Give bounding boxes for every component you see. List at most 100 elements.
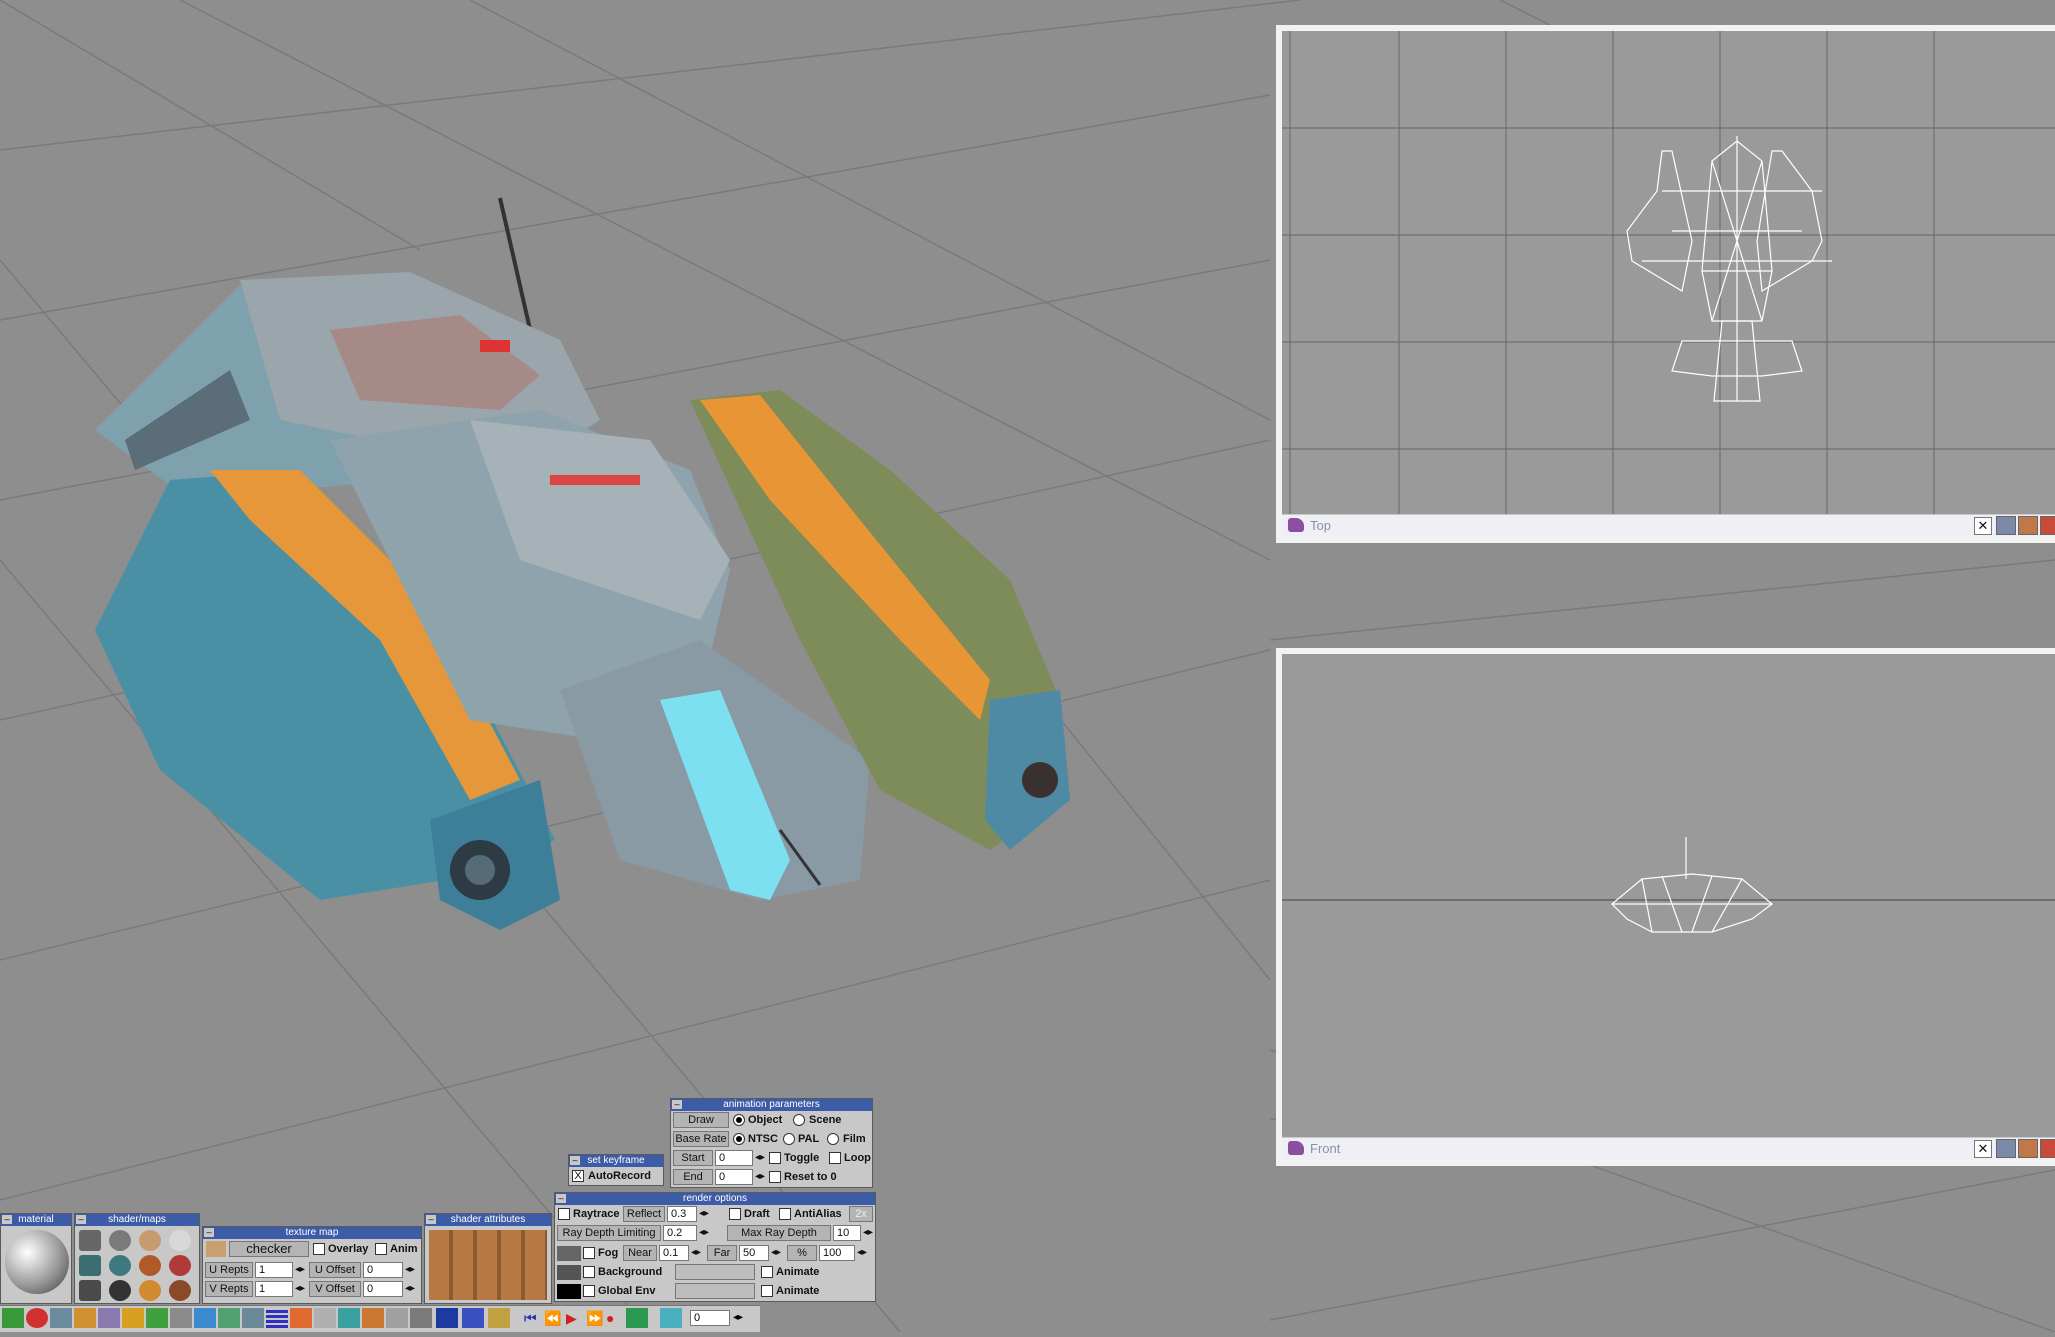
antialias-level-button[interactable]: 2x <box>849 1206 873 1222</box>
reflect-stepper-icon[interactable]: ◂▸ <box>698 1207 710 1221</box>
main-perspective-viewport[interactable]: Top ✕ Front ✕ – animation parameters Draw… <box>0 0 2055 1333</box>
start-field[interactable]: 0 <box>715 1150 753 1166</box>
base-rate-button[interactable]: Base Rate <box>673 1131 729 1147</box>
light-tool-icon[interactable] <box>290 1308 312 1328</box>
ntsc-radio[interactable] <box>733 1133 745 1145</box>
background-color-swatch[interactable] <box>557 1265 581 1280</box>
front-viewport[interactable]: Front ✕ <box>1276 648 2055 1166</box>
settings-icon[interactable] <box>2040 516 2055 535</box>
3d-tool-icon[interactable] <box>338 1308 360 1328</box>
global-env-color-swatch[interactable] <box>557 1284 581 1299</box>
shader-thumb-icon[interactable] <box>109 1280 131 1301</box>
end-stepper-icon[interactable]: ◂▸ <box>754 1170 766 1184</box>
background-checkbox[interactable] <box>583 1266 595 1278</box>
shader-thumb-icon[interactable] <box>79 1230 101 1251</box>
primitives-tool-icon[interactable] <box>146 1308 168 1328</box>
shader-thumb-icon[interactable] <box>109 1255 131 1276</box>
scene-radio[interactable] <box>793 1114 805 1126</box>
select-tool-icon[interactable] <box>242 1308 264 1328</box>
max-ray-depth-field[interactable]: 10 <box>833 1225 861 1241</box>
curve-tool-icon[interactable] <box>50 1308 72 1328</box>
render-tool-icon[interactable] <box>462 1308 484 1328</box>
end-field[interactable]: 0 <box>715 1169 753 1185</box>
settings-icon[interactable] <box>2040 1139 2055 1158</box>
play-icon[interactable]: ▶ <box>566 1310 577 1327</box>
shader-thumb-icon[interactable] <box>79 1255 101 1276</box>
u-repts-field[interactable]: 1 <box>255 1262 293 1278</box>
raytrace-checkbox[interactable] <box>558 1208 570 1220</box>
texture-name-button[interactable]: checker <box>229 1241 309 1257</box>
mrd-stepper-icon[interactable]: ◂▸ <box>862 1226 874 1240</box>
shader-thumb-icon[interactable] <box>169 1280 191 1301</box>
hammer-tool-icon[interactable] <box>362 1308 384 1328</box>
shader-thumb-icon[interactable] <box>169 1255 191 1276</box>
view-toggle-icon[interactable] <box>1996 1139 2016 1158</box>
fog-color-swatch[interactable] <box>557 1246 581 1261</box>
box-tool-icon[interactable] <box>314 1308 336 1328</box>
rdl-stepper-icon[interactable]: ◂▸ <box>698 1226 710 1240</box>
shader-thumb-icon[interactable] <box>109 1230 131 1251</box>
path-tool-icon[interactable] <box>74 1308 96 1328</box>
grid-tool-icon[interactable] <box>266 1308 288 1328</box>
draft-checkbox[interactable] <box>729 1208 741 1220</box>
scene-tool-icon[interactable] <box>488 1308 510 1328</box>
fog-checkbox[interactable] <box>583 1247 595 1259</box>
v-offset-stepper-icon[interactable]: ◂▸ <box>404 1282 416 1296</box>
pal-radio[interactable] <box>783 1133 795 1145</box>
render-icon[interactable] <box>2018 516 2038 535</box>
near-field[interactable]: 0.1 <box>659 1245 689 1261</box>
shader-thumb-icon[interactable] <box>139 1280 161 1301</box>
render-icon[interactable] <box>2018 1139 2038 1158</box>
background-map-slot[interactable] <box>675 1264 755 1280</box>
percent-stepper-icon[interactable]: ◂▸ <box>856 1246 868 1260</box>
global-env-map-slot[interactable] <box>675 1283 755 1299</box>
percent-field[interactable]: 100 <box>819 1245 855 1261</box>
start-stepper-icon[interactable]: ◂▸ <box>754 1151 766 1165</box>
brush-tool-icon[interactable] <box>98 1308 120 1328</box>
draw-button[interactable]: Draw <box>673 1112 729 1128</box>
list-tool-icon[interactable] <box>170 1308 192 1328</box>
loop-tool-icon[interactable] <box>660 1308 682 1328</box>
link-tool-icon[interactable] <box>2 1308 24 1328</box>
reflect-field[interactable]: 0.3 <box>667 1206 697 1222</box>
ray-depth-limiting-field[interactable]: 0.2 <box>663 1225 697 1241</box>
overlay-checkbox[interactable] <box>313 1243 325 1255</box>
close-icon[interactable]: ✕ <box>1974 517 1992 535</box>
shader-thumb-icon[interactable] <box>139 1230 161 1251</box>
skip-start-icon[interactable]: ⏮ <box>524 1310 537 1327</box>
anim-checkbox[interactable] <box>375 1243 387 1255</box>
paste-tool-icon[interactable] <box>386 1308 408 1328</box>
global-env-checkbox[interactable] <box>583 1285 595 1297</box>
v-repts-stepper-icon[interactable]: ◂▸ <box>294 1282 306 1296</box>
background-animate-checkbox[interactable] <box>761 1266 773 1278</box>
autorecord-checkbox[interactable]: X <box>572 1170 584 1182</box>
cube-tool-icon[interactable] <box>194 1308 216 1328</box>
u-offset-field[interactable]: 0 <box>363 1262 403 1278</box>
frame-stepper-icon[interactable]: ◂▸ <box>732 1311 744 1325</box>
v-offset-field[interactable]: 0 <box>363 1281 403 1297</box>
camera-tool-icon[interactable] <box>436 1308 458 1328</box>
paint-tool-icon[interactable] <box>122 1308 144 1328</box>
film-radio[interactable] <box>827 1133 839 1145</box>
frame-field[interactable]: 0 <box>690 1310 730 1326</box>
far-field[interactable]: 50 <box>739 1245 769 1261</box>
move-tool-icon[interactable] <box>218 1308 240 1328</box>
global-env-animate-checkbox[interactable] <box>761 1285 773 1297</box>
texture-thumb-icon[interactable] <box>206 1241 226 1257</box>
near-stepper-icon[interactable]: ◂▸ <box>690 1246 702 1260</box>
close-icon[interactable]: ✕ <box>1974 1140 1992 1158</box>
wrench-tool-icon[interactable] <box>410 1308 432 1328</box>
shader-attribute-swatches-icon[interactable] <box>429 1230 547 1300</box>
toggle-checkbox[interactable] <box>769 1152 781 1164</box>
far-stepper-icon[interactable]: ◂▸ <box>770 1246 782 1260</box>
object-radio[interactable] <box>733 1114 745 1126</box>
record-icon[interactable]: ● <box>606 1310 614 1326</box>
top-viewport[interactable]: Top ✕ <box>1276 25 2055 543</box>
reset-checkbox[interactable] <box>769 1171 781 1183</box>
u-repts-stepper-icon[interactable]: ◂▸ <box>294 1263 306 1277</box>
shader-thumb-icon[interactable] <box>79 1280 101 1301</box>
sphere-icon[interactable] <box>5 1230 69 1294</box>
shader-thumb-icon[interactable] <box>169 1230 191 1251</box>
view-toggle-icon[interactable] <box>1996 516 2016 535</box>
shader-thumb-icon[interactable] <box>139 1255 161 1276</box>
